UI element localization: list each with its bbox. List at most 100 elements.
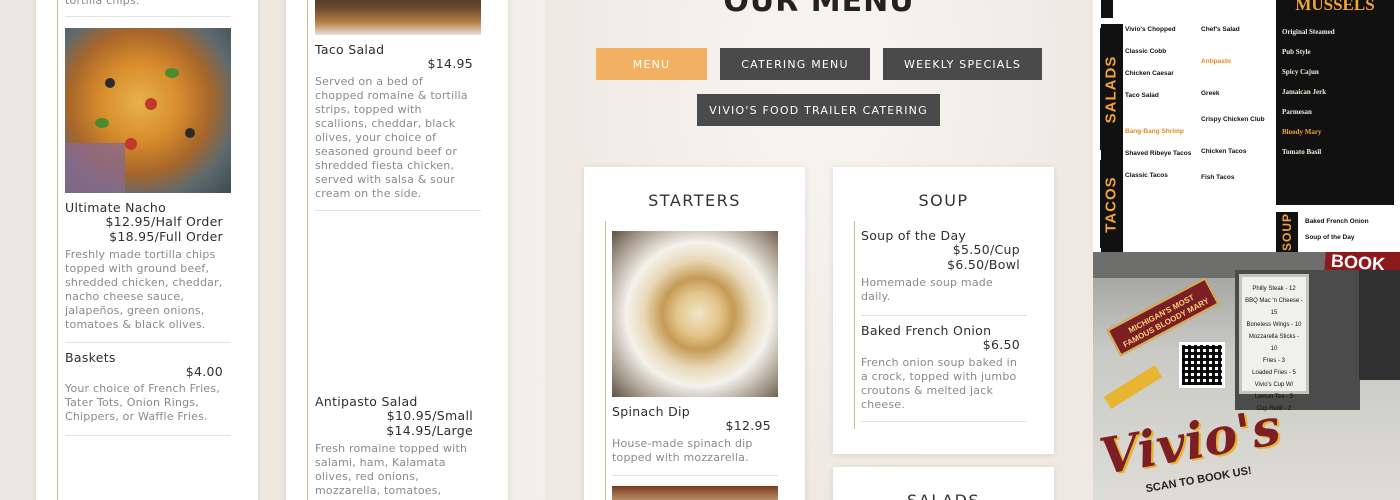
qr-code-icon — [1179, 342, 1225, 388]
nav-button-catering-menu[interactable]: CATERING MENU — [720, 48, 870, 80]
menu-item-name: Soup of the Day — [861, 228, 967, 243]
board-item-desc — [1201, 156, 1273, 174]
nav-button-weekly-specials[interactable]: WEEKLY SPECIALS — [883, 48, 1042, 80]
next-item-photo — [612, 486, 778, 500]
board-item: Greek — [1201, 90, 1220, 97]
menu-item-description: French onion soup baked in a crock, topp… — [861, 356, 1018, 411]
menu-card-salads-center: SALADS — [833, 467, 1054, 500]
board-item: Chicken Caesar — [1125, 70, 1174, 77]
board-label-tacos: TACOS — [1100, 160, 1122, 248]
nav-button-menu[interactable]: MENU — [596, 48, 707, 80]
board-item: Tomato Basil — [1282, 148, 1322, 156]
menu-item-name: Baskets — [65, 350, 116, 365]
taco-salad-photo — [315, 0, 481, 35]
board-mussels-panel: MUSSELS Original Steamed Pub Style Spicy… — [1276, 0, 1394, 205]
jalapeno-topping — [95, 118, 109, 128]
truck-menu-line: BBQ Mac 'n Cheese - 15 — [1245, 298, 1303, 316]
mussels-list: Original Steamed Pub Style Spicy Cajun J… — [1282, 28, 1388, 157]
board-edge — [1101, 0, 1113, 18]
menu-item-price: $10.95/Small $14.95/Large — [386, 408, 473, 438]
item-divider — [65, 342, 231, 343]
menu-item-name: Baked French Onion — [861, 323, 992, 338]
item-divider — [861, 421, 1027, 422]
truck-menu-line: Philly Steak - 12 — [1252, 286, 1296, 292]
card-divider-line — [854, 221, 855, 429]
price-line: $12.95 — [725, 418, 771, 433]
board-column-2: Chef's Salad Antipasto Greek Crispy Chic… — [1201, 26, 1273, 182]
board-item: Spicy Cajun — [1282, 68, 1319, 76]
board-item-desc — [1305, 226, 1395, 234]
board-item: Classic Cobb — [1125, 48, 1167, 55]
item-divider — [861, 315, 1027, 316]
price-line: $5.50/Cup — [952, 242, 1020, 257]
truck-menu-line: Fries - 3 — [1262, 358, 1285, 364]
board-item: Fish Tacos — [1201, 174, 1235, 181]
board-item: Chicken Tacos — [1201, 148, 1247, 155]
board-item: Parmesan — [1282, 108, 1312, 116]
section-title: SALADS — [833, 491, 1054, 500]
tomato-topping — [125, 138, 137, 150]
menu-item-name: Antipasto Salad — [315, 394, 418, 409]
board-item: Jamaican Jerk — [1282, 88, 1327, 96]
menu-section: OUR MENU MENU CATERING MENU WEEKLY SPECI… — [545, 0, 1093, 500]
board-item: Taco Salad — [1125, 92, 1159, 99]
section-title: SOUP — [918, 191, 969, 210]
board-item-desc — [1201, 66, 1273, 90]
board-item-desc — [1201, 124, 1273, 148]
truck-menu-line: Mozzarella Sticks - 10 — [1248, 334, 1300, 352]
truck-menu-line: Loaded Fries - 5 — [1252, 370, 1296, 376]
price-line: $18.95/Full Order — [109, 229, 223, 244]
menu-item-description: Freshly made tortilla chips topped with … — [65, 248, 223, 331]
board-item-desc — [1125, 34, 1193, 48]
menu-item-description: Homemade soup made daily. — [861, 276, 993, 303]
item-divider — [612, 475, 778, 476]
menu-card-salads: Taco Salad $14.95 Served on a bed of cho… — [286, 0, 508, 500]
card-divider-line — [605, 221, 606, 500]
item-description-fragment: tortilla chips. — [65, 0, 140, 7]
menu-item-description: Fresh romaine topped with salami, ham, K… — [315, 442, 468, 497]
board-soup-column: Baked French Onion Soup of the Day — [1305, 218, 1395, 242]
board-item-desc — [1125, 56, 1193, 70]
price-line: $4.00 — [185, 364, 223, 379]
item-divider — [315, 210, 481, 211]
board-item: Vivio's Chopped — [1125, 26, 1176, 33]
item-divider — [65, 16, 231, 17]
board-item: Shaved Ribeye Tacos — [1125, 150, 1192, 157]
board-item: Pub Style — [1282, 48, 1311, 56]
board-item: Chef's Salad — [1201, 26, 1240, 33]
table-cloth — [65, 143, 125, 193]
card-divider-line — [57, 0, 58, 500]
price-line: $6.50/Bowl — [947, 257, 1020, 272]
menu-item-name: Ultimate Nacho — [65, 200, 167, 215]
page-title: OUR MENU — [723, 0, 915, 19]
menu-item-price: $12.95 — [725, 418, 771, 433]
nav-button-food-trailer-catering[interactable]: VIVIO'S FOOD TRAILER CATERING — [697, 94, 940, 126]
board-item: Baked French Onion — [1305, 218, 1369, 225]
board-item: Bang-Bang Shrimp — [1125, 128, 1184, 135]
board-column-1: Vivio's Chopped Classic Cobb Chicken Cae… — [1125, 26, 1193, 180]
menu-item-description: Your choice of French Fries, Tater Tots,… — [65, 382, 220, 423]
menu-item-description: House-made spinach dip topped with mozza… — [612, 437, 753, 464]
board-item-desc — [1125, 136, 1193, 150]
board-item-desc — [1201, 98, 1273, 116]
board-item: Original Steamed — [1282, 28, 1335, 36]
spinach-dip-photo — [612, 231, 778, 397]
menu-item-price: $6.50 — [983, 337, 1020, 352]
price-line: $6.50 — [982, 337, 1020, 352]
olive-topping — [185, 128, 195, 138]
card-divider-line — [307, 0, 308, 500]
price-line: $10.95/Small — [386, 408, 473, 423]
board-item: Soup of the Day — [1305, 234, 1355, 241]
price-line: $12.95/Half Order — [105, 214, 223, 229]
board-item: Antipasto — [1201, 58, 1231, 65]
board-item-desc — [1125, 100, 1193, 128]
food-truck-photo: BOOK US Philly Steak - 12 BBQ Mac 'n Che… — [1093, 252, 1400, 500]
item-divider — [65, 435, 231, 436]
board-item-desc — [1125, 158, 1193, 172]
truck-menu-sign: Philly Steak - 12 BBQ Mac 'n Cheese - 15… — [1239, 274, 1309, 412]
truck-interior — [1359, 270, 1400, 380]
board-item: Crispy Chicken Club — [1201, 116, 1265, 123]
menu-item-price: $14.95 — [427, 56, 473, 71]
arrow-icon — [1103, 365, 1163, 409]
section-title: STARTERS — [648, 191, 741, 210]
